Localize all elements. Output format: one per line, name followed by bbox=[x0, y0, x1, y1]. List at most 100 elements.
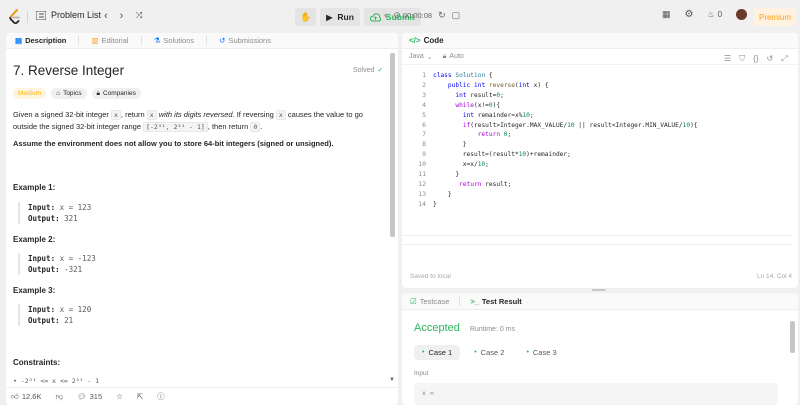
run-button[interactable]: ▶ Run bbox=[320, 8, 360, 26]
next-problem-icon[interactable]: › bbox=[120, 10, 124, 22]
star-icon: ☆ bbox=[116, 392, 123, 401]
tab-test-result[interactable]: >_ Test Result bbox=[470, 297, 521, 306]
like-button[interactable]: 👍︎ 12.6K bbox=[11, 392, 41, 402]
checkbox-icon: ☑ bbox=[410, 296, 417, 306]
reset-code-icon[interactable]: ↺ bbox=[767, 54, 774, 64]
line-number: 1 bbox=[422, 71, 426, 79]
solved-label: Solved bbox=[353, 66, 375, 74]
layout-grid-icon[interactable]: ▦ bbox=[662, 9, 671, 20]
example-2-heading: Example 2: bbox=[13, 235, 56, 244]
tab-divider bbox=[459, 296, 461, 306]
line-number: 11 bbox=[418, 170, 426, 179]
line-number: 4 bbox=[422, 100, 426, 109]
lock-icon: 🔒︎ bbox=[442, 52, 447, 60]
constraint-item: • -2³¹ <= x <= 2³¹ - 1 bbox=[13, 377, 100, 385]
expand-icon[interactable]: ⤢ bbox=[781, 54, 787, 64]
tab-solutions-label: Solutions bbox=[163, 36, 195, 45]
code-lines[interactable]: class Solution { public int reverse(int … bbox=[433, 71, 698, 210]
input-label: Input: bbox=[28, 305, 56, 314]
coins[interactable]: ♨ 0 bbox=[707, 10, 722, 19]
share-icon: ⇱ bbox=[136, 392, 144, 401]
prev-problem-icon[interactable]: ‹ bbox=[104, 10, 108, 22]
output-label: Output: bbox=[28, 265, 60, 274]
input-value: x = 120 bbox=[59, 305, 92, 314]
tab-test-result-label: Test Result bbox=[481, 296, 522, 306]
check-circle-icon: ✓ bbox=[377, 67, 384, 74]
case-tab-3[interactable]: • Case 3 bbox=[518, 345, 564, 360]
share-button[interactable]: ⇱ bbox=[137, 392, 143, 401]
help-button[interactable]: ⓘ bbox=[157, 391, 165, 402]
tab-testcase-label: Testcase bbox=[419, 296, 450, 306]
result-scrollbar[interactable] bbox=[790, 321, 795, 353]
flame-icon: ♨ bbox=[707, 10, 715, 19]
input-label: Input bbox=[414, 370, 429, 377]
result-status: Accepted Runtime: 0 ms bbox=[414, 322, 515, 334]
tab-solutions[interactable]: ⚗ Solutions bbox=[154, 36, 195, 45]
constraints-heading: Constraints: bbox=[13, 358, 61, 367]
avatar[interactable] bbox=[736, 9, 748, 20]
input-value: x = -123 bbox=[59, 254, 96, 263]
case-tab-2[interactable]: • Case 2 bbox=[466, 345, 512, 360]
description-scrollbar[interactable] bbox=[390, 53, 395, 237]
code-panel-header: </> Code bbox=[402, 33, 798, 49]
timer[interactable]: ⊙ 00:00:08 bbox=[393, 10, 432, 21]
favorite-button[interactable]: ☆ bbox=[116, 392, 123, 401]
tab-testcase[interactable]: ☑ Testcase bbox=[410, 297, 449, 306]
nav-divider bbox=[27, 11, 28, 23]
companies-chip[interactable]: 🔒︎ Companies bbox=[91, 88, 141, 99]
auto-label: Auto bbox=[449, 53, 464, 60]
problem-title[interactable]: 7. Reverse Integer bbox=[13, 63, 124, 78]
shuffle-icon[interactable]: ⤨ bbox=[135, 10, 142, 22]
like-count: 12.6K bbox=[21, 392, 42, 401]
output-label: Output: bbox=[28, 214, 60, 223]
tab-description-label: Description bbox=[25, 36, 67, 45]
dislike-button[interactable]: 👎︎ bbox=[55, 392, 63, 402]
inline-code: x bbox=[275, 110, 286, 120]
input-value: x = 123 bbox=[59, 203, 92, 212]
input-label: Input: bbox=[28, 203, 56, 212]
notes-icon[interactable]: ▢ bbox=[452, 10, 461, 21]
tab-submissions[interactable]: ↺ Submissions bbox=[219, 36, 271, 45]
cursor-position: Ln 14, Col 4 bbox=[756, 273, 792, 280]
settings-gear-icon[interactable]: ⚙ bbox=[685, 9, 694, 20]
companies-label: Companies bbox=[102, 90, 136, 97]
coin-count: 0 bbox=[717, 10, 723, 19]
tab-description[interactable]: ▤ Description bbox=[15, 36, 66, 45]
splitter-grip[interactable] bbox=[592, 289, 606, 291]
premium-button[interactable]: Premium bbox=[754, 8, 796, 26]
example-1-block: Input: x = 123 Output: 321 bbox=[18, 202, 91, 224]
inline-code: [-2³¹, 2³¹ - 1] bbox=[143, 122, 208, 132]
output-value: 21 bbox=[64, 316, 74, 325]
play-icon: ▶ bbox=[326, 12, 333, 22]
braces-icon[interactable]: {} bbox=[753, 54, 758, 64]
bookmark-icon[interactable]: ⛉ bbox=[739, 54, 745, 64]
line-numbers: 1 2 3 4 5 6 7 8 9 10 11 12 13 14 bbox=[402, 71, 426, 210]
leetcode-logo-icon[interactable] bbox=[8, 9, 22, 25]
scroll-down-icon[interactable]: ▼ bbox=[389, 377, 395, 383]
tab-editorial[interactable]: ▥ Editorial bbox=[91, 36, 128, 45]
topics-chip[interactable]: ⌂ Topics bbox=[51, 88, 87, 99]
line-number: 12 bbox=[418, 179, 426, 188]
thumbs-up-icon: 👍︎ bbox=[11, 391, 19, 401]
language-select[interactable]: Java ⌄ bbox=[409, 53, 433, 61]
code-icon: </> bbox=[409, 36, 421, 45]
line-number: 7 bbox=[422, 130, 426, 139]
reset-timer-icon[interactable]: ↻ bbox=[438, 10, 446, 21]
output-value: 321 bbox=[64, 214, 78, 223]
collapse-timer-icon[interactable]: ‹ bbox=[384, 10, 387, 21]
debug-button[interactable]: ✋ bbox=[295, 8, 317, 26]
solved-status: Solved ✓ bbox=[353, 66, 384, 75]
code-editor[interactable]: 1 2 3 4 5 6 7 8 9 10 11 12 13 14 class S… bbox=[402, 69, 798, 245]
case-tab-1[interactable]: • Case 1 bbox=[414, 345, 461, 360]
problem-list-button[interactable]: Problem List bbox=[36, 10, 101, 20]
runtime-label: Runtime: 0 ms bbox=[469, 326, 515, 333]
line-number: 8 bbox=[422, 140, 426, 149]
tab-divider bbox=[206, 36, 208, 45]
save-status: Saved to local bbox=[410, 273, 451, 280]
input-label: Input: bbox=[28, 254, 56, 263]
auto-format-toggle[interactable]: 🔒︎ Auto bbox=[443, 53, 464, 61]
bug-icon: ✋ bbox=[300, 11, 312, 22]
tab-editorial-label: Editorial bbox=[101, 36, 129, 45]
comments-button[interactable]: 💬︎ 315 bbox=[77, 392, 102, 401]
format-icon[interactable]: ☰ bbox=[724, 54, 731, 64]
